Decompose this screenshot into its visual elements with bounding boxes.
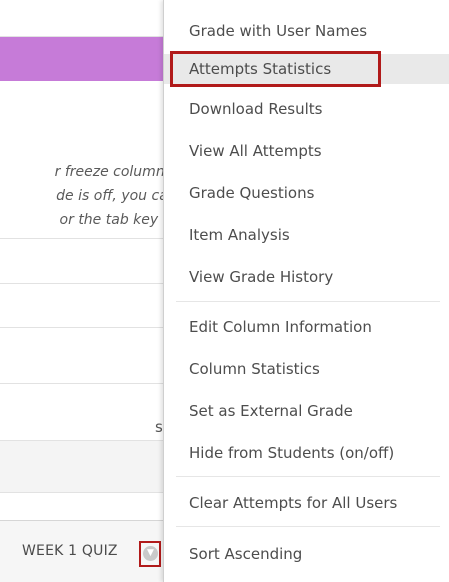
grid-divider	[0, 327, 163, 328]
menu-item-download-results[interactable]: Download Results	[164, 94, 449, 124]
menu-item-label: Hide from Students (on/off)	[189, 444, 395, 462]
menu-item-label: View All Attempts	[189, 142, 322, 160]
menu-item-column-statistics[interactable]: Column Statistics	[164, 354, 449, 384]
menu-item-grade-questions[interactable]: Grade Questions	[164, 178, 449, 208]
menu-separator	[176, 301, 440, 302]
menu-item-label: View Grade History	[189, 268, 334, 286]
menu-item-set-as-external-grade[interactable]: Set as External Grade	[164, 396, 449, 426]
menu-item-label: Clear Attempts for All Users	[189, 494, 398, 512]
menu-item-hide-from-students[interactable]: Hide from Students (on/off)	[164, 438, 449, 468]
menu-item-label: Download Results	[189, 100, 323, 118]
menu-item-label: Sort Ascending	[189, 545, 303, 563]
grid-divider	[0, 238, 163, 239]
grid-divider	[0, 383, 163, 384]
menu-item-label: Item Analysis	[189, 226, 290, 244]
menu-item-clear-attempts-for-all-users[interactable]: Clear Attempts for All Users	[164, 488, 449, 518]
grid-row	[0, 440, 163, 492]
chevron-down-icon[interactable]: ▼	[143, 546, 158, 561]
menu-item-item-analysis[interactable]: Item Analysis	[164, 220, 449, 250]
menu-item-view-all-attempts[interactable]: View All Attempts	[164, 136, 449, 166]
menu-item-attempts-statistics[interactable]: Attempts Statistics	[164, 51, 449, 87]
menu-item-view-grade-history[interactable]: View Grade History	[164, 262, 449, 292]
hint-line-2: de is off, you can i	[56, 188, 163, 204]
menu-separator	[176, 526, 440, 527]
grid-divider	[0, 283, 163, 284]
column-header-label: WEEK 1 QUIZ	[22, 543, 118, 559]
purple-highlight-bar	[0, 37, 163, 81]
grid-divider	[0, 492, 163, 493]
menu-separator	[176, 476, 440, 477]
grid-hint-text: r freeze columns o de is off, you can i …	[5, 160, 163, 232]
menu-item-label: Grade Questions	[189, 184, 315, 202]
menu-item-edit-column-information[interactable]: Edit Column Information	[164, 312, 449, 342]
menu-item-label: Attempts Statistics	[189, 60, 332, 78]
column-context-menu: Grade with User Names Attempts Statistic…	[163, 0, 449, 582]
menu-item-label: Grade with User Names	[189, 22, 368, 40]
menu-item-grade-with-user-names[interactable]: Grade with User Names	[164, 16, 449, 46]
partial-grid-text: s	[155, 418, 163, 436]
menu-item-sort-ascending[interactable]: Sort Ascending	[164, 539, 449, 569]
menu-item-label: Edit Column Information	[189, 318, 372, 336]
menu-item-label: Set as External Grade	[189, 402, 353, 420]
hint-line-3: or the tab key to i	[59, 212, 163, 228]
hint-line-1: r freeze columns o	[54, 164, 163, 180]
column-header-week1-quiz[interactable]: WEEK 1 QUIZ ▼	[0, 520, 163, 582]
column-menu-callout[interactable]: ▼	[139, 541, 161, 567]
grade-center-grid: r freeze columns o de is off, you can i …	[0, 0, 163, 582]
menu-item-label: Column Statistics	[189, 360, 320, 378]
